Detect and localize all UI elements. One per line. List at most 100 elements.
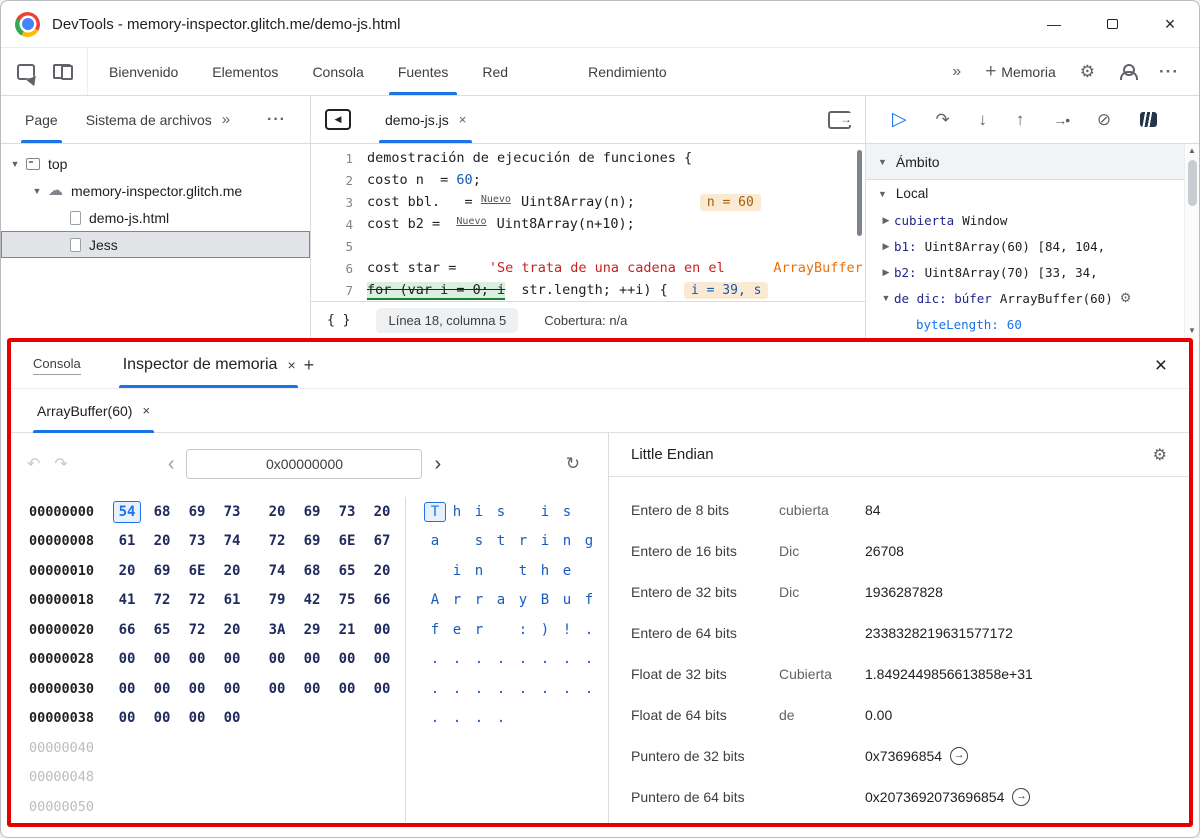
ascii-char[interactable]: i [534, 502, 556, 522]
hex-byte[interactable]: 00 [368, 648, 396, 670]
hex-byte[interactable]: 69 [148, 560, 176, 582]
hex-byte[interactable]: 00 [113, 648, 141, 670]
ascii-char[interactable] [578, 502, 600, 522]
pretty-print-icon[interactable]: { } [327, 313, 350, 328]
hex-byte[interactable]: 73 [183, 530, 211, 552]
hex-byte[interactable]: 00 [218, 678, 246, 700]
file-tree-item[interactable]: ▼ ☁ memory-inspector.glitch.me [1, 177, 310, 204]
jump-to-address-icon[interactable]: → [1012, 787, 1031, 806]
ascii-char[interactable]: r [446, 590, 468, 610]
ascii-char[interactable]: s [490, 502, 512, 522]
sign-mode-label[interactable]: de [779, 707, 865, 723]
hex-byte[interactable]: 3A [263, 619, 291, 641]
sidebar-tab[interactable]: Sistema de archivos [72, 96, 226, 143]
hex-byte[interactable]: 20 [218, 560, 246, 582]
step-icon[interactable]: →• [1053, 112, 1070, 128]
ascii-char[interactable]: . [534, 649, 556, 669]
hex-byte[interactable]: 61 [113, 530, 141, 552]
ascii-char[interactable] [424, 561, 446, 581]
hex-byte[interactable]: 29 [298, 619, 326, 641]
hex-byte[interactable]: 68 [148, 501, 176, 523]
previous-page-icon[interactable]: ‹ [168, 453, 175, 476]
ascii-char[interactable]: y [512, 590, 534, 610]
ascii-char[interactable]: : [512, 620, 534, 640]
scope-section-header[interactable]: ▼ Ámbito [866, 144, 1199, 180]
hex-byte[interactable]: 21 [333, 619, 361, 641]
hex-byte[interactable]: 00 [263, 678, 291, 700]
hex-byte[interactable]: 00 [148, 707, 176, 729]
ascii-char[interactable]: . [468, 649, 490, 669]
more-tabs-icon[interactable]: » [952, 63, 961, 81]
file-tree-item[interactable]: ▼ top [1, 150, 310, 177]
ascii-char[interactable]: . [512, 679, 534, 699]
ascii-char[interactable]: . [512, 649, 534, 669]
tree-expander-icon[interactable]: ▼ [29, 186, 45, 196]
hex-byte[interactable]: 00 [148, 678, 176, 700]
reveal-in-memory-inspector-icon[interactable]: ⚙ [1120, 290, 1132, 306]
ascii-char[interactable]: s [468, 531, 490, 551]
ascii-char[interactable]: . [556, 679, 578, 699]
tab-arraybuffer[interactable]: ArrayBuffer(60) × [33, 389, 155, 433]
hex-byte[interactable]: 00 [333, 678, 361, 700]
ascii-char[interactable]: a [490, 590, 512, 610]
ascii-char[interactable]: r [468, 620, 490, 640]
sidebar-tab[interactable]: Page [11, 96, 72, 143]
hex-byte[interactable]: 00 [368, 678, 396, 700]
hex-byte[interactable]: 00 [113, 678, 141, 700]
hex-byte[interactable]: 74 [218, 530, 246, 552]
redo-icon[interactable]: ↷ [54, 454, 67, 474]
hex-byte[interactable]: 20 [368, 560, 396, 582]
ascii-char[interactable] [578, 561, 600, 581]
ascii-char[interactable]: f [578, 590, 600, 610]
scope-variable[interactable]: byteLength: 60 [866, 311, 1199, 337]
hex-byte[interactable]: 79 [263, 589, 291, 611]
interpreter-settings-icon[interactable]: ⚙ [1153, 445, 1167, 465]
ascii-char[interactable]: ! [556, 620, 578, 640]
next-page-icon[interactable]: › [434, 453, 441, 476]
hex-byte[interactable]: 00 [218, 648, 246, 670]
step-over-icon[interactable]: ↷ [935, 111, 949, 128]
panel-tab[interactable]: Rendimiento [571, 48, 684, 95]
endianness-selector[interactable]: Little Endian [631, 446, 714, 463]
close-memory-inspector-tab-icon[interactable]: × [287, 357, 295, 373]
scope-expander-icon[interactable]: ▶ [878, 215, 894, 226]
ascii-char[interactable] [512, 502, 534, 522]
ascii-char[interactable]: g [578, 531, 600, 551]
hex-byte[interactable]: 74 [263, 560, 291, 582]
editor-scrollbar[interactable] [857, 150, 862, 236]
hex-byte[interactable]: 00 [148, 648, 176, 670]
ascii-char[interactable]: . [490, 679, 512, 699]
panel-tab[interactable]: Elementos [195, 48, 295, 95]
ascii-char[interactable]: r [512, 531, 534, 551]
hex-byte[interactable]: 72 [183, 589, 211, 611]
hex-byte[interactable]: 73 [333, 501, 361, 523]
line-number[interactable]: 6 [311, 261, 367, 276]
hex-byte[interactable]: 00 [218, 707, 246, 729]
hex-byte[interactable]: 00 [113, 707, 141, 729]
scroll-up-icon[interactable]: ▲ [1188, 147, 1196, 155]
pause-on-exceptions-icon[interactable] [1140, 112, 1157, 127]
close-button[interactable]: × [1141, 1, 1199, 47]
sign-mode-label[interactable]: Cubierta [779, 666, 865, 682]
ascii-char[interactable]: ) [534, 620, 556, 640]
ascii-char[interactable]: . [446, 649, 468, 669]
inspect-element-icon[interactable] [17, 63, 40, 86]
ascii-char[interactable]: . [556, 649, 578, 669]
hex-byte[interactable]: 69 [298, 501, 326, 523]
tab-memoria[interactable]: + Memoria [985, 62, 1056, 81]
tab-consola-drawer[interactable]: Consola [33, 356, 81, 375]
scope-expander-icon[interactable]: ▶ [878, 241, 894, 252]
inline-value-badge[interactable]: n = 60 [699, 194, 761, 211]
ascii-char[interactable]: . [578, 620, 600, 640]
ascii-char[interactable]: u [556, 590, 578, 610]
ascii-char[interactable]: . [578, 649, 600, 669]
close-editor-tab-icon[interactable]: × [459, 112, 467, 127]
scroll-thumb[interactable] [1187, 160, 1197, 206]
device-toolbar-icon[interactable] [53, 64, 73, 80]
hex-byte[interactable]: 72 [263, 530, 291, 552]
tree-expander-icon[interactable]: ▼ [7, 159, 23, 169]
refresh-icon[interactable]: ↻ [566, 454, 580, 474]
scope-expander-icon[interactable]: ▼ [878, 293, 894, 303]
sign-mode-label[interactable]: Dic [779, 584, 865, 600]
panel-tab[interactable]: Red [465, 48, 525, 95]
